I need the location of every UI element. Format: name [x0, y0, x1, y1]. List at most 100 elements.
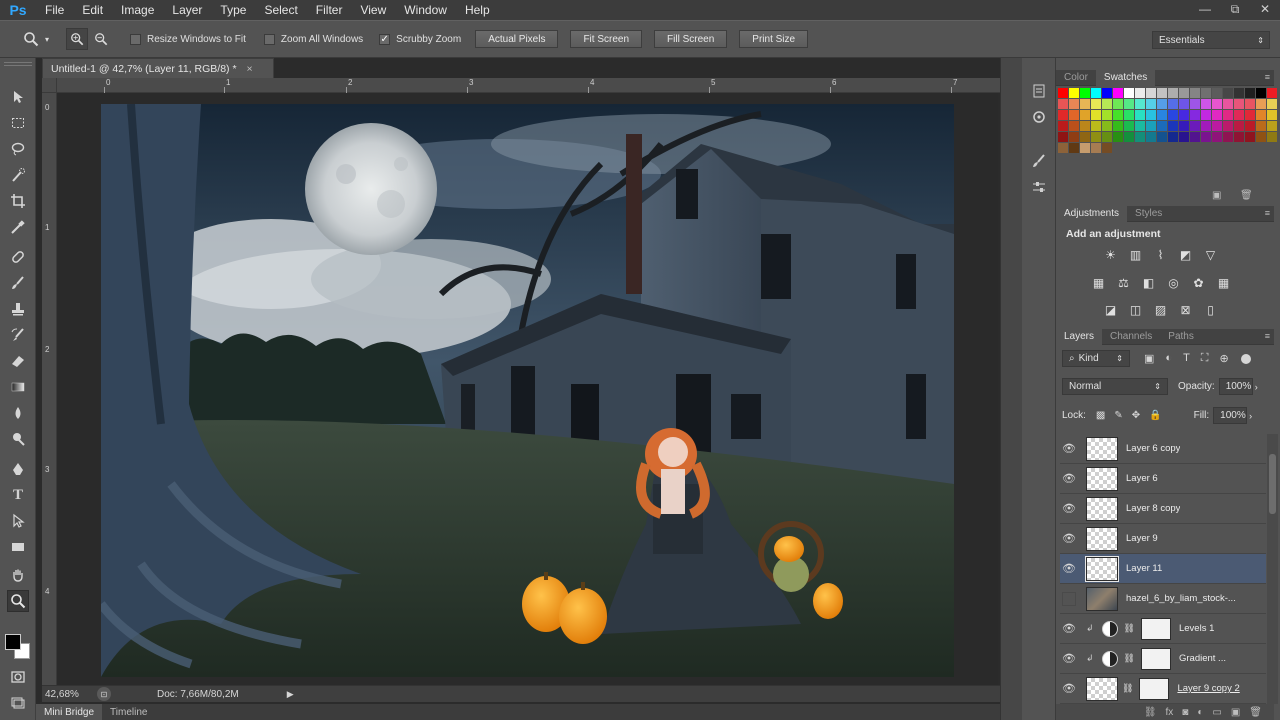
- filter-shape-icon[interactable]: ⛶: [1201, 352, 1209, 365]
- zoom-all-windows-checkbox[interactable]: Zoom All Windows: [263, 33, 363, 45]
- ruler-origin[interactable]: [42, 78, 57, 93]
- swatch[interactable]: [1058, 143, 1068, 153]
- tab-styles[interactable]: Styles: [1127, 206, 1170, 222]
- black-white-icon[interactable]: ◧: [1140, 274, 1157, 291]
- swatch[interactable]: [1091, 143, 1101, 153]
- swatch[interactable]: [1179, 132, 1189, 142]
- layer-thumbnail[interactable]: [1086, 466, 1118, 491]
- eyedropper-tool-icon[interactable]: [7, 216, 29, 238]
- channel-mixer-icon[interactable]: ✿: [1190, 274, 1207, 291]
- layer-row[interactable]: 👁 ↲ ⛓ Levels 1: [1060, 614, 1266, 644]
- layer-style-icon[interactable]: fx: [1166, 707, 1174, 718]
- swatch[interactable]: [1267, 132, 1277, 142]
- zoom-in-icon[interactable]: [66, 28, 88, 50]
- swatch[interactable]: [1245, 132, 1255, 142]
- layer-thumbnail[interactable]: [1086, 496, 1118, 521]
- layer-name[interactable]: Layer 6 copy: [1126, 443, 1180, 454]
- swatch[interactable]: [1234, 99, 1244, 109]
- layer-name[interactable]: Layer 9: [1126, 533, 1158, 544]
- swatch[interactable]: [1102, 99, 1112, 109]
- swatch[interactable]: [1179, 121, 1189, 131]
- gradient-map-icon[interactable]: ▯: [1202, 301, 1219, 318]
- swatch[interactable]: [1135, 110, 1145, 120]
- zoom-level[interactable]: 42,68%: [45, 689, 91, 700]
- swatch[interactable]: [1091, 110, 1101, 120]
- actual-pixels-button[interactable]: Actual Pixels: [475, 30, 559, 48]
- fill-chevron-icon[interactable]: ›: [1249, 411, 1252, 421]
- swatch[interactable]: [1168, 99, 1178, 109]
- layers-scrollbar[interactable]: [1267, 434, 1278, 704]
- swatch[interactable]: [1157, 110, 1167, 120]
- filter-toggle-icon[interactable]: [1240, 353, 1251, 364]
- eye-icon[interactable]: 👁: [1060, 620, 1078, 638]
- brush-tool-icon[interactable]: [7, 272, 29, 294]
- layer-row[interactable]: 👁 Layer 11: [1060, 554, 1266, 584]
- filter-smart-object-icon[interactable]: ⊕: [1220, 352, 1229, 365]
- scrubby-zoom-checkbox[interactable]: ✓ Scrubby Zoom: [379, 33, 461, 45]
- blur-tool-icon[interactable]: [7, 402, 29, 424]
- menu-select[interactable]: Select: [255, 0, 306, 20]
- swatch[interactable]: [1124, 132, 1134, 142]
- swatch[interactable]: [1113, 132, 1123, 142]
- layer-row[interactable]: 👁 ↲ ⛓ Gradient ...: [1060, 644, 1266, 674]
- screen-mode-icon[interactable]: [7, 692, 29, 714]
- fill-screen-button[interactable]: Fill Screen: [654, 30, 728, 48]
- minimize-button[interactable]: —: [1190, 0, 1220, 18]
- toolbar-grip[interactable]: [4, 62, 32, 66]
- resize-windows-checkbox[interactable]: Resize Windows to Fit: [130, 33, 246, 45]
- marquee-tool-icon[interactable]: [7, 112, 29, 134]
- zoom-tool-icon[interactable]: [20, 28, 42, 50]
- blend-mode-select[interactable]: Normal ⇕: [1062, 378, 1168, 395]
- tab-color[interactable]: Color: [1056, 70, 1096, 86]
- swatch[interactable]: [1168, 121, 1178, 131]
- swatch[interactable]: [1245, 88, 1255, 98]
- swatch[interactable]: [1102, 88, 1112, 98]
- swatch[interactable]: [1135, 132, 1145, 142]
- eye-icon[interactable]: 👁: [1060, 560, 1078, 578]
- swatch[interactable]: [1135, 99, 1145, 109]
- dodge-tool-icon[interactable]: [7, 428, 29, 450]
- history-brush-tool-icon[interactable]: [7, 324, 29, 346]
- zoom-all-windows-checkbox-box[interactable]: [263, 33, 275, 45]
- swatch[interactable]: [1146, 88, 1156, 98]
- swatch[interactable]: [1080, 88, 1090, 98]
- fit-screen-button[interactable]: Fit Screen: [570, 30, 643, 48]
- swatch[interactable]: [1091, 88, 1101, 98]
- swatch[interactable]: [1267, 121, 1277, 131]
- tab-paths[interactable]: Paths: [1160, 329, 1202, 345]
- swatch[interactable]: [1223, 99, 1233, 109]
- vertical-ruler[interactable]: 0 1 2 3 4: [42, 93, 57, 685]
- swatch[interactable]: [1212, 110, 1222, 120]
- posterize-icon[interactable]: ◫: [1127, 301, 1144, 318]
- layer-mask-thumbnail[interactable]: [1139, 677, 1170, 700]
- swatch[interactable]: [1157, 121, 1167, 131]
- swatch[interactable]: [1146, 132, 1156, 142]
- fill-input[interactable]: 100%: [1213, 407, 1248, 424]
- layer-row[interactable]: 👁 Layer 8 copy: [1060, 494, 1266, 524]
- layers-panel-menu-icon[interactable]: ≡: [1265, 331, 1270, 341]
- restore-button[interactable]: ⧉: [1220, 0, 1250, 18]
- levels-icon[interactable]: ▥: [1127, 246, 1144, 263]
- layer-thumbnail[interactable]: [1086, 586, 1118, 611]
- crop-tool-icon[interactable]: [7, 190, 29, 212]
- swatch[interactable]: [1058, 121, 1068, 131]
- swatch[interactable]: [1223, 121, 1233, 131]
- swatch[interactable]: [1135, 121, 1145, 131]
- eye-icon[interactable]: 👁: [1060, 440, 1078, 458]
- swatch[interactable]: [1256, 132, 1266, 142]
- swatch[interactable]: [1157, 88, 1167, 98]
- swatch[interactable]: [1080, 143, 1090, 153]
- history-panel-icon[interactable]: [1028, 80, 1050, 102]
- swatch[interactable]: [1146, 110, 1156, 120]
- swatch[interactable]: [1168, 110, 1178, 120]
- color-lookup-icon[interactable]: ▦: [1215, 274, 1232, 291]
- swatch[interactable]: [1190, 121, 1200, 131]
- eye-icon[interactable]: 👁: [1060, 500, 1078, 518]
- clone-stamp-tool-icon[interactable]: [7, 298, 29, 320]
- lock-position-icon[interactable]: ✥: [1132, 410, 1140, 421]
- swatch[interactable]: [1245, 99, 1255, 109]
- swatch[interactable]: [1102, 110, 1112, 120]
- swatch[interactable]: [1245, 121, 1255, 131]
- brush-presets-panel-icon[interactable]: [1028, 150, 1050, 172]
- swatch[interactable]: [1124, 110, 1134, 120]
